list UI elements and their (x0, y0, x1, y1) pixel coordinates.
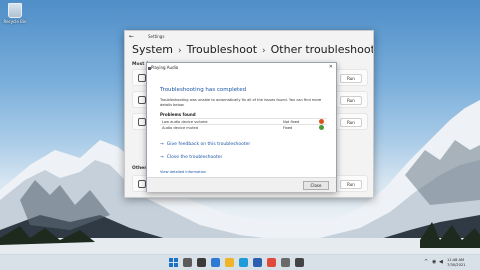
file-explorer-icon[interactable] (225, 258, 234, 267)
other-label: Other (132, 166, 147, 171)
dialog-footer: Close (147, 177, 336, 192)
windows-start-icon[interactable] (169, 258, 178, 267)
problem-name: Audio device muted (162, 126, 198, 130)
edge-browser-icon[interactable] (239, 258, 248, 267)
settings-titlebar: ← Settings (125, 31, 373, 42)
recycle-bin-label: Recycle Bin (3, 19, 27, 24)
task-view-icon[interactable] (197, 258, 206, 267)
problems-found-label: Problems found (160, 112, 196, 117)
dialog-heading: Troubleshooting has completed (160, 87, 247, 93)
breadcrumb: System › Troubleshoot › Other troubleshooter… (132, 43, 373, 56)
volume-icon[interactable]: ◀ (439, 259, 443, 265)
network-icon[interactable]: ◉ (432, 259, 436, 265)
run-button[interactable]: Run (340, 180, 362, 189)
settings-window-title: Settings (148, 34, 165, 39)
internet-icon (138, 74, 146, 82)
clock-date[interactable]: 7/30/2021 (447, 263, 465, 267)
settings-gear-icon[interactable] (281, 258, 290, 267)
breadcrumb-chevron-icon: › (262, 46, 266, 56)
arrow-right-icon: → (160, 142, 164, 147)
taskbar: ^ ◉ ◀ 11:48 AM 7/30/2021 (0, 254, 480, 270)
run-button[interactable]: Run (340, 96, 362, 105)
view-detailed-information-link[interactable]: View detailed information (160, 170, 206, 174)
breadcrumb-other-troubleshooters: Other troubleshooters (270, 43, 373, 56)
playing-audio-dialog: Playing Audio ✕ Troubleshooting has comp… (146, 62, 337, 192)
search-icon[interactable] (183, 258, 192, 267)
close-troubleshooter-link[interactable]: → Close the troubleshooter (160, 155, 222, 160)
give-feedback-link[interactable]: → Give feedback on this troubleshooter (160, 142, 250, 147)
dialog-description: Troubleshooting was unable to automatica… (160, 98, 322, 107)
printer-icon (138, 118, 146, 126)
breadcrumb-system[interactable]: System (132, 43, 173, 56)
recycle-bin-icon (8, 3, 22, 18)
recycle-bin[interactable]: Recycle Bin (3, 3, 27, 24)
microsoft-store-icon[interactable] (253, 258, 262, 267)
close-troubleshooter-label: Close the troubleshooter (166, 155, 223, 160)
breadcrumb-chevron-icon: › (178, 46, 182, 56)
close-icon[interactable]: ✕ (329, 64, 333, 70)
dialog-title: Playing Audio (151, 65, 179, 70)
run-button[interactable]: Run (340, 118, 362, 127)
close-button[interactable]: Close (303, 181, 329, 190)
arrow-right-icon: → (160, 155, 164, 160)
widgets-icon[interactable] (211, 258, 220, 267)
app-icon[interactable] (295, 258, 304, 267)
fixed-check-icon (319, 125, 324, 130)
breadcrumb-troubleshoot[interactable]: Troubleshoot (187, 43, 257, 56)
back-arrow-icon[interactable]: ← (129, 33, 134, 40)
problems-table: Low audio device volume Not fixed Audio … (160, 118, 327, 130)
run-button[interactable]: Run (340, 74, 362, 83)
clock-time[interactable]: 11:48 AM (447, 258, 464, 262)
problem-status: Fixed (283, 126, 293, 130)
audio-icon (138, 96, 146, 104)
give-feedback-label: Give feedback on this troubleshooter (166, 142, 251, 147)
chrome-icon[interactable] (267, 258, 276, 267)
problem-row: Audio device muted Fixed (160, 124, 327, 130)
chevron-up-icon[interactable]: ^ (424, 259, 428, 265)
bluetooth-icon (138, 180, 146, 188)
